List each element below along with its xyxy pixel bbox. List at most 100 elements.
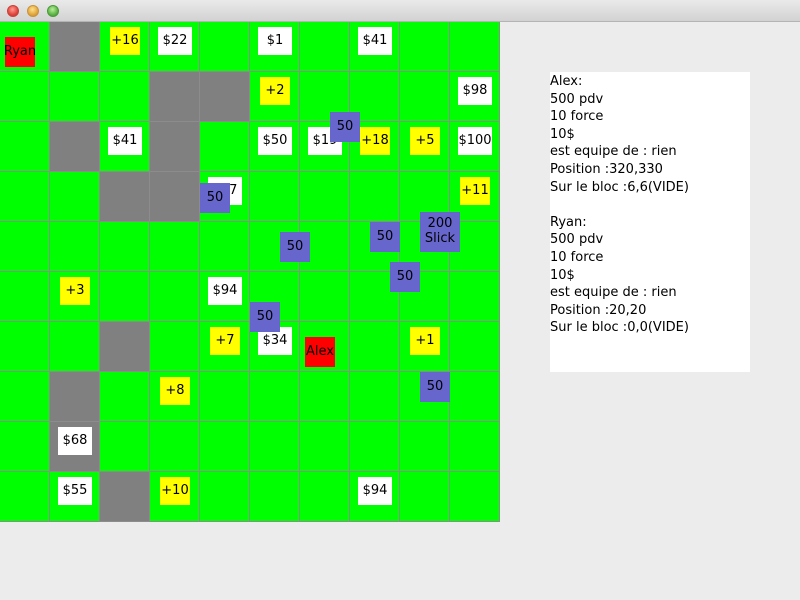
strength-bonus-pickup: +10 [160, 477, 190, 505]
strength-bonus-pickup: +11 [460, 177, 490, 205]
floor-cell [200, 422, 250, 472]
monster: 50 [390, 262, 420, 292]
wall-cell [200, 72, 250, 122]
wall-cell [50, 22, 100, 72]
monster-hp-label: 50 [396, 268, 414, 284]
info-line: 10 force [550, 249, 604, 265]
floor-cell [250, 172, 300, 222]
monster-hp-label: 50 [286, 238, 304, 254]
floor-cell [300, 22, 350, 72]
money-pickup: $94 [208, 277, 242, 305]
money-pickup: $1 [258, 27, 292, 55]
floor-cell [150, 222, 200, 272]
info-line: 10$ [550, 267, 575, 283]
floor-cell [100, 222, 150, 272]
wall-cell [100, 472, 150, 522]
money-pickup: $41 [358, 27, 392, 55]
floor-cell [200, 472, 250, 522]
monster-name-label: Slick [424, 231, 456, 246]
player-info-panel: Alex: 500 pdv 10 force 10$ est equipe de : r… [550, 72, 750, 372]
floor-cell [400, 422, 450, 472]
floor-cell [100, 72, 150, 122]
floor-cell [150, 422, 200, 472]
info-line: Sur le bloc :6,6(VIDE) [550, 179, 689, 195]
strength-bonus-pickup: +2 [260, 77, 290, 105]
monster: 50 [420, 372, 450, 402]
floor-cell [350, 322, 400, 372]
floor-cell [0, 272, 50, 322]
floor-cell [50, 322, 100, 372]
strength-bonus-pickup: +18 [360, 127, 390, 155]
floor-cell [50, 72, 100, 122]
floor-cell [250, 372, 300, 422]
zoom-window-button[interactable] [47, 5, 59, 17]
floor-cell [450, 322, 500, 372]
strength-bonus-pickup: +3 [60, 277, 90, 305]
floor-cell [400, 22, 450, 72]
monster: 50 [200, 183, 230, 213]
floor-cell [0, 372, 50, 422]
floor-cell [200, 122, 250, 172]
floor-cell [350, 372, 400, 422]
wall-cell [150, 172, 200, 222]
wall-cell [100, 172, 150, 222]
monster-hp-label: 200 [427, 216, 453, 232]
monster-hp-label: 50 [336, 118, 354, 134]
close-window-button[interactable] [7, 5, 19, 17]
floor-cell [450, 422, 500, 472]
floor-cell [100, 272, 150, 322]
strength-bonus-pickup: +7 [210, 327, 240, 355]
floor-cell [0, 72, 50, 122]
floor-cell [300, 472, 350, 522]
monster: 50 [250, 302, 280, 332]
money-pickup: $50 [258, 127, 292, 155]
monster: 50 [370, 222, 400, 252]
monster-hp-label: 50 [376, 228, 394, 244]
floor-cell [450, 372, 500, 422]
floor-cell [300, 422, 350, 472]
game-board[interactable]: $22$1$41$98$41$50$19$100$17$94$34$68$55$… [0, 22, 500, 522]
player-ryan: Ryan [4, 37, 36, 67]
monster: 50 [330, 112, 360, 142]
info-line: Position :20,20 [550, 302, 647, 318]
floor-cell [400, 72, 450, 122]
info-line: 10$ [550, 126, 575, 142]
floor-cell [200, 22, 250, 72]
minimize-window-button[interactable] [27, 5, 39, 17]
floor-cell [50, 222, 100, 272]
money-pickup: $55 [58, 477, 92, 505]
floor-cell [250, 422, 300, 472]
floor-cell [300, 172, 350, 222]
floor-cell [200, 372, 250, 422]
floor-cell [450, 472, 500, 522]
floor-cell [0, 322, 50, 372]
wall-cell [150, 72, 200, 122]
info-line: 10 force [550, 109, 604, 125]
wall-cell [50, 122, 100, 172]
money-pickup: $98 [458, 77, 492, 105]
info-line: 500 pdv [550, 91, 604, 107]
info-line: Ryan: [550, 214, 587, 230]
floor-cell [0, 172, 50, 222]
floor-cell [100, 422, 150, 472]
monster-hp-label: 50 [426, 378, 444, 394]
floor-cell [250, 472, 300, 522]
floor-cell [0, 122, 50, 172]
floor-cell [350, 172, 400, 222]
floor-cell [200, 222, 250, 272]
info-line: Sur le bloc :0,0(VIDE) [550, 320, 689, 336]
money-pickup: $41 [108, 127, 142, 155]
floor-cell [0, 222, 50, 272]
info-line: Alex: [550, 74, 583, 89]
floor-cell [350, 422, 400, 472]
floor-cell [0, 472, 50, 522]
floor-cell [0, 422, 50, 472]
wall-cell [100, 322, 150, 372]
floor-cell [450, 272, 500, 322]
strength-bonus-pickup: +1 [410, 327, 440, 355]
money-pickup: $100 [458, 127, 492, 155]
floor-cell [50, 172, 100, 222]
floor-cell [300, 372, 350, 422]
wall-cell [50, 372, 100, 422]
